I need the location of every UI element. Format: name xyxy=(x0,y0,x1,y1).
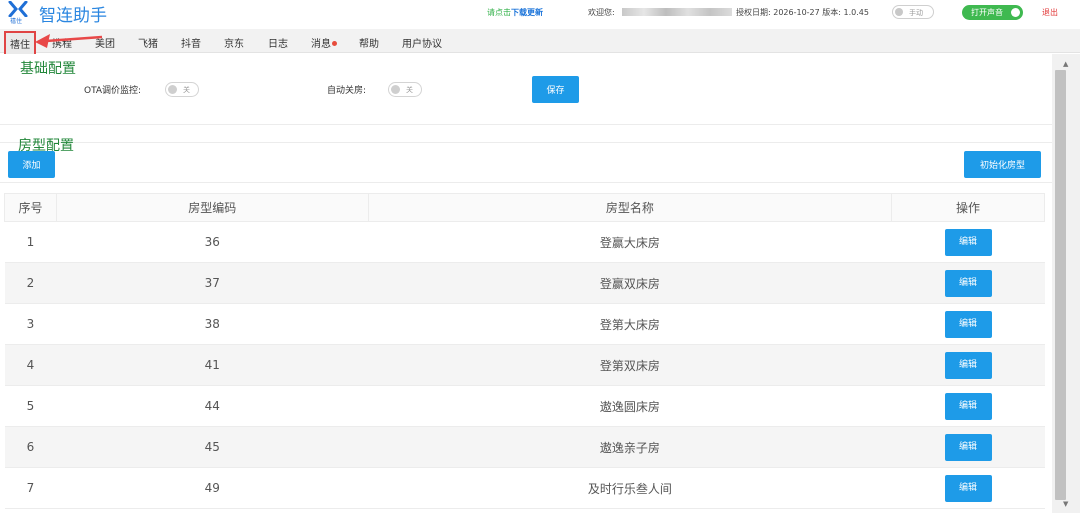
col-header-action: 操作 xyxy=(891,193,1045,222)
nav-tab-help[interactable]: 帮助 xyxy=(359,35,379,50)
row-name: 登赢双床房 xyxy=(368,262,892,304)
scroll-up-icon[interactable]: ▲ xyxy=(1063,60,1068,68)
nav-tab-messages[interactable]: 消息 xyxy=(311,35,337,50)
row-action: 编辑 xyxy=(891,467,1045,509)
nav-tab-douyin[interactable]: 抖音 xyxy=(181,35,201,50)
edit-button[interactable]: 编辑 xyxy=(944,228,992,256)
row-name: 登赢大床房 xyxy=(368,221,892,263)
table-row: 3 38 登第大床房 编辑 xyxy=(4,303,1045,345)
redacted-username xyxy=(622,8,732,16)
nav-tab-messages-label: 消息 xyxy=(311,39,331,50)
row-no: 4 xyxy=(4,344,57,386)
edit-button[interactable]: 编辑 xyxy=(944,351,992,379)
main-nav: 禧住 携程 美团 飞猪 抖音 京东 日志 消息 帮助 用户协议 xyxy=(0,29,1080,56)
row-code: 45 xyxy=(56,426,369,468)
edit-button[interactable]: 编辑 xyxy=(944,310,992,338)
nav-tab-user-agreement[interactable]: 用户协议 xyxy=(402,35,442,50)
scrollbar-thumb[interactable] xyxy=(1055,70,1066,500)
unread-dot-icon xyxy=(332,41,337,46)
basic-config-title: 基础配置 xyxy=(20,61,76,77)
ota-switch-state: 关 xyxy=(183,86,190,94)
row-code: 49 xyxy=(56,467,369,509)
switch-knob xyxy=(168,85,177,94)
nav-tab-jd[interactable]: 京东 xyxy=(224,35,244,50)
row-name: 登第大床房 xyxy=(368,303,892,345)
auto-close-label: 自动关房: xyxy=(327,86,367,96)
divider xyxy=(0,124,1052,125)
row-code: 41 xyxy=(56,344,369,386)
sound-toggle-label: 打开声音 xyxy=(971,8,1003,17)
row-code: 38 xyxy=(56,303,369,345)
row-no: 7 xyxy=(4,467,57,509)
download-update-text[interactable]: 下载更新 xyxy=(511,8,543,17)
nav-tab-fliggy[interactable]: 飞猪 xyxy=(138,35,158,50)
row-no: 1 xyxy=(4,221,57,263)
download-update-link[interactable]: 请点击下载更新 xyxy=(487,7,543,18)
sound-toggle[interactable]: 打开声音 xyxy=(962,5,1023,20)
add-room-button[interactable]: 添加 xyxy=(8,151,55,178)
edit-button[interactable]: 编辑 xyxy=(944,392,992,420)
logo-subtitle: 禧住 xyxy=(10,18,23,25)
manual-toggle-label: 手动 xyxy=(909,9,923,17)
row-action: 编辑 xyxy=(891,385,1045,427)
row-action: 编辑 xyxy=(891,221,1045,263)
row-action: 编辑 xyxy=(891,344,1045,386)
col-header-code: 房型编码 xyxy=(55,193,369,222)
divider xyxy=(0,142,1052,143)
edit-button[interactable]: 编辑 xyxy=(944,474,992,502)
table-row: 6 45 遨逸亲子房 编辑 xyxy=(4,426,1045,468)
table-header-row: 序号 房型编码 房型名称 操作 xyxy=(4,193,1045,222)
col-header-no: 序号 xyxy=(4,193,57,222)
app-header: 禧住 智连助手 请点击下载更新 欢迎您: 授权日期: 2026-10-27 版本… xyxy=(0,0,1080,27)
row-action: 编辑 xyxy=(891,262,1045,304)
divider xyxy=(0,182,1052,183)
save-button[interactable]: 保存 xyxy=(532,76,579,103)
table-row: 5 44 遨逸圆床房 编辑 xyxy=(4,385,1045,427)
row-action: 编辑 xyxy=(891,303,1045,345)
row-name: 遨逸亲子房 xyxy=(368,426,892,468)
col-header-name: 房型名称 xyxy=(367,193,893,222)
row-code: 36 xyxy=(56,221,369,263)
room-type-table: 序号 房型编码 房型名称 操作 1 36 登赢大床房 编辑 2 37 登赢双床房… xyxy=(4,193,1045,509)
nav-tab-log[interactable]: 日志 xyxy=(268,35,288,50)
row-name: 登第双床房 xyxy=(368,344,892,386)
switch-knob xyxy=(391,85,400,94)
toggle-knob xyxy=(1011,8,1020,17)
init-room-types-button[interactable]: 初始化房型 xyxy=(964,151,1041,178)
row-no: 2 xyxy=(4,262,57,304)
row-name: 遨逸圆床房 xyxy=(368,385,892,427)
row-name: 及时行乐叁人间 xyxy=(368,467,892,509)
logout-link[interactable]: 退出 xyxy=(1042,7,1058,18)
row-no: 6 xyxy=(4,426,57,468)
main-content: 基础配置 OTA调价监控: 关 自动关房: 关 保存 房型配置 添加 初始化房型… xyxy=(0,54,1052,513)
auto-close-switch-state: 关 xyxy=(406,86,413,94)
scroll-down-icon[interactable]: ▼ xyxy=(1063,500,1068,508)
table-row: 7 49 及时行乐叁人间 编辑 xyxy=(4,467,1045,509)
table-row: 4 41 登第双床房 编辑 xyxy=(4,344,1045,386)
app-title: 智连助手 xyxy=(39,6,107,26)
row-no: 3 xyxy=(4,303,57,345)
row-action: 编辑 xyxy=(891,426,1045,468)
ota-monitor-switch[interactable]: 关 xyxy=(165,82,199,97)
row-no: 5 xyxy=(4,385,57,427)
table-row: 1 36 登赢大床房 编辑 xyxy=(4,221,1045,263)
edit-button[interactable]: 编辑 xyxy=(944,269,992,297)
table-row: 2 37 登赢双床房 编辑 xyxy=(4,262,1045,304)
download-prefix: 请点击 xyxy=(487,8,511,17)
auto-close-switch[interactable]: 关 xyxy=(388,82,422,97)
annotation-arrow-icon xyxy=(35,34,103,48)
edit-button[interactable]: 编辑 xyxy=(944,433,992,461)
toggle-knob xyxy=(895,8,903,16)
row-code: 37 xyxy=(56,262,369,304)
welcome-label: 欢迎您: xyxy=(588,8,615,17)
manual-mode-toggle[interactable]: 手动 xyxy=(892,5,934,19)
ota-monitor-label: OTA调价监控: xyxy=(84,86,142,96)
row-code: 44 xyxy=(56,385,369,427)
auth-version-info: 授权日期: 2026-10-27 版本: 1.0.45 xyxy=(736,8,869,17)
